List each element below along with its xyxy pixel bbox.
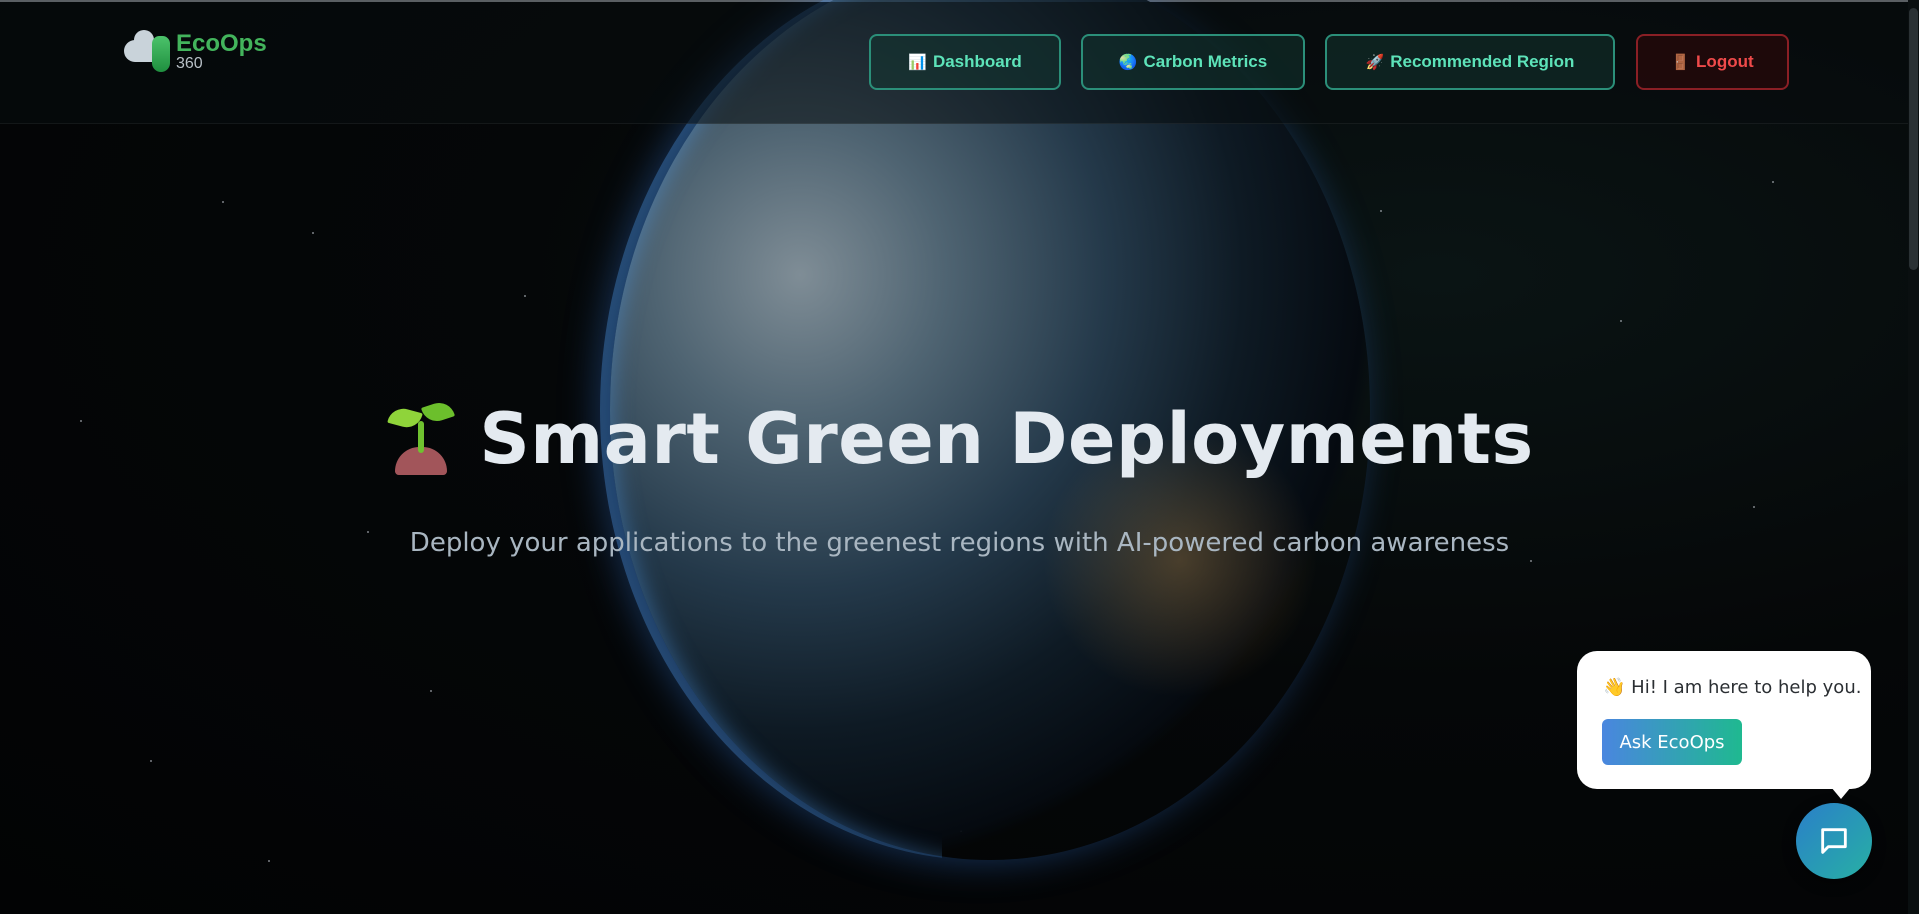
chat-greeting-text: Hi! I am here to help you. (1631, 677, 1862, 698)
dashboard-button[interactable]: 📊 Dashboard (869, 34, 1061, 90)
logo-text: EcoOps 360 (176, 32, 267, 72)
scrollbar-thumb[interactable] (1909, 8, 1918, 270)
chat-open-button[interactable] (1796, 803, 1872, 879)
carbon-metrics-label: Carbon Metrics (1143, 52, 1268, 71)
globe-icon: 🌏 (1118, 54, 1138, 71)
logo-title: EcoOps (176, 30, 267, 57)
recommended-region-label: Recommended Region (1390, 52, 1575, 71)
logout-button[interactable]: 🚪 Logout (1636, 34, 1789, 90)
earth-city-lights (1040, 440, 1320, 740)
cloud-leaf-icon (124, 30, 176, 76)
wave-icon: 👋 (1603, 677, 1626, 698)
ask-ecoops-button[interactable]: Ask EcoOps (1602, 719, 1742, 765)
rocket-icon: 🚀 (1365, 54, 1385, 71)
dashboard-label: Dashboard (932, 52, 1022, 71)
vertical-scrollbar[interactable] (1908, 0, 1919, 914)
chat-greeting-popup: 👋 Hi! I am here to help you. Ask EcoOps (1577, 651, 1871, 799)
door-icon: 🚪 (1671, 54, 1691, 71)
logout-label: Logout (1696, 52, 1754, 71)
logo-subtitle: 360 (176, 55, 203, 72)
hero-title-text: Smart Green Deployments (479, 398, 1534, 480)
carbon-metrics-button[interactable]: 🌏 Carbon Metrics (1081, 34, 1305, 90)
app-viewport: EcoOps 360 📊 Dashboard 🌏 Carbon Metrics … (0, 0, 1919, 914)
recommended-region-button[interactable]: 🚀 Recommended Region (1325, 34, 1615, 90)
hero-title: Smart Green Deployments (0, 398, 1919, 480)
sprout-icon (385, 398, 456, 475)
bar-chart-icon: 📊 (908, 54, 927, 71)
top-navbar: EcoOps 360 📊 Dashboard 🌏 Carbon Metrics … (0, 2, 1908, 124)
logo[interactable]: EcoOps 360 (124, 30, 267, 76)
hero-subtitle: Deploy your applications to the greenest… (409, 528, 1510, 558)
chat-greeting: 👋 Hi! I am here to help you. (1603, 677, 1861, 698)
chat-bubble-icon (1821, 828, 1847, 854)
